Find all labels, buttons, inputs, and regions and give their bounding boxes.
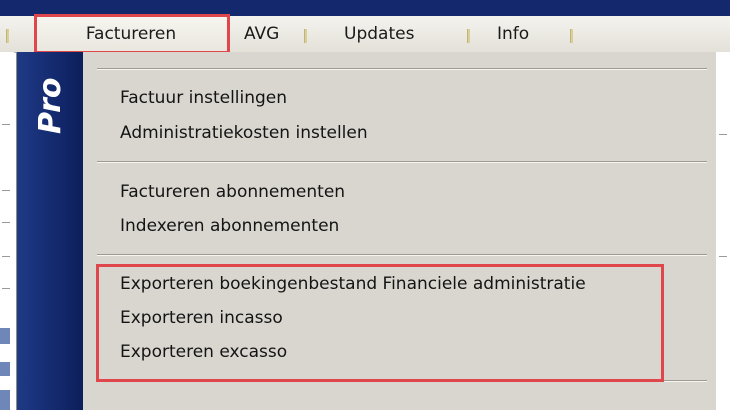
menu-separator (6, 29, 9, 43)
menu-separator (304, 29, 307, 43)
menuitem-administratiekosten-instellen[interactable]: Administratiekosten instellen (120, 121, 368, 145)
menuitem-exporteren-boekingenbestand[interactable]: Exporteren boekingenbestand Financiele a… (120, 272, 586, 296)
menu-divider (97, 68, 707, 70)
background-window-edge-right (716, 52, 730, 410)
menu-divider (97, 380, 707, 382)
menu-separator (467, 29, 470, 43)
background-window-edge (0, 52, 14, 410)
menuitem-exporteren-incasso[interactable]: Exporteren incasso (120, 306, 283, 330)
menu-updates[interactable]: Updates (344, 16, 414, 52)
menu-factureren[interactable]: Factureren (36, 16, 226, 52)
title-bar-strip (0, 0, 730, 16)
menu-bar: Factureren AVG Updates Info (0, 16, 730, 53)
menu-separator (570, 29, 573, 43)
menu-avg[interactable]: AVG (244, 16, 279, 52)
app-window: Factureren AVG Updates Info Pro Factuur … (0, 0, 730, 410)
menuitem-factuur-instellingen[interactable]: Factuur instellingen (120, 86, 287, 110)
pro-side-banner: Pro (17, 52, 83, 410)
factureren-dropdown-menu: Pro Factuur instellingen Administratieko… (16, 52, 718, 410)
menuitem-exporteren-excasso[interactable]: Exporteren excasso (120, 340, 287, 364)
menu-info[interactable]: Info (497, 16, 529, 52)
menu-divider (97, 161, 707, 163)
menuitem-indexeren-abonnementen[interactable]: Indexeren abonnementen (120, 214, 339, 238)
menuitem-factureren-abonnementen[interactable]: Factureren abonnementen (120, 180, 345, 204)
menu-divider (97, 254, 707, 256)
pro-badge: Pro (33, 77, 68, 134)
